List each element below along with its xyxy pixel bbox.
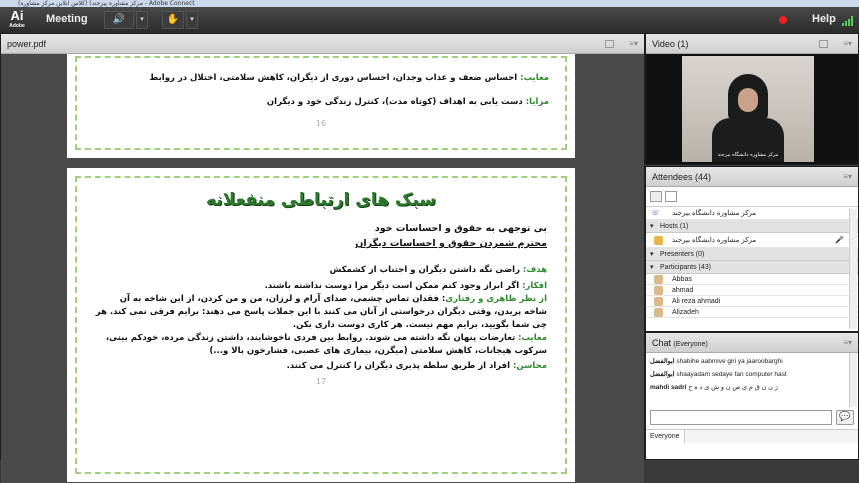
participant-name: Alizadeh [672, 309, 699, 316]
attendees-pod-title: Attendees [652, 172, 693, 182]
chat-input[interactable] [650, 410, 832, 425]
webcam-feed: مرکز مشاوره دانشگاه بیرجند [682, 56, 814, 162]
slide16-page-number: 16 [315, 119, 327, 128]
slide17-sub1: بی توجهی به حقوق و احساسات خود [374, 223, 547, 234]
recording-indicator-icon [779, 16, 787, 24]
slide17-heading: سبک های ارتباطی منفعلانه [206, 190, 436, 210]
help-menu[interactable]: Help [812, 13, 836, 25]
attendees-pod: Attendees (44) ≡▾ ☏ مرکز مشاوره دانشگاه … [645, 166, 859, 332]
microphone-icon: 🎤 [835, 237, 844, 244]
host-name: مرکز مشاوره دانشگاه بیرجند [672, 237, 757, 244]
participant-row[interactable]: Ali reza ahmadi [646, 296, 858, 307]
slide-17: سبک های ارتباطی منفعلانه بی توجهی به حقو… [67, 168, 575, 482]
meeting-menu[interactable]: Meeting [46, 13, 88, 25]
menu-bar: Ai Adobe Meeting 🔊 ▾ ✋ ▾ Help [0, 7, 859, 33]
chat-message: ابوالفضل shabihe aabmive giri ya jaaroob… [650, 358, 783, 365]
view-by-status-icon[interactable] [664, 191, 677, 202]
tab-everyone[interactable]: Everyone [646, 430, 685, 443]
speaker-options-dropdown[interactable]: ▾ [136, 11, 148, 29]
status-options-dropdown[interactable]: ▾ [186, 11, 198, 29]
participant-name: Ali reza ahmadi [672, 298, 721, 305]
speech-bubble-icon: 💬 [839, 412, 851, 422]
pod-options-icon[interactable]: ≡▾ [843, 167, 852, 187]
presenters-group[interactable]: Presenters (0) [646, 248, 858, 261]
share-pod-header: power.pdf ≡▾ [1, 34, 644, 54]
slide17-thoughts: افکار: اگر ابراز وجود کنم ممکن است دیگر … [264, 281, 547, 291]
slide16-line2: مزایا: دست یابی به اهداف (کوتاه مدت)، کن… [266, 97, 549, 107]
pod-options-icon[interactable]: ≡▾ [629, 34, 638, 54]
chat-scope: (Everyone) [673, 341, 708, 348]
participant-row[interactable]: Abbas [646, 274, 858, 285]
share-pod: power.pdf ≡▾ معایب: احساس ضعف و عذاب وجد… [0, 33, 645, 483]
slide17-pros: محاسن: افراد از طریق سلطه پذیری دیگران ر… [286, 361, 547, 371]
chat-pod-title: Chat [652, 338, 672, 348]
fullscreen-icon[interactable] [819, 40, 828, 48]
participant-row[interactable]: Alizadeh [646, 307, 858, 318]
pod-options-icon[interactable]: ≡▾ [843, 333, 852, 353]
video-pod-count: (1) [677, 39, 689, 49]
participant-avatar-icon [654, 275, 663, 284]
slide17-cons: معایب: تعارضات پنهان نگه داشته می شوند. … [105, 333, 547, 356]
slide17-goal: هدف: راضی نگه داشتن دیگران و اجتناب از ک… [329, 265, 547, 275]
view-by-role-icon[interactable] [650, 191, 662, 202]
my-name: مرکز مشاوره دانشگاه بیرجند [672, 210, 757, 217]
participants-group[interactable]: Participants (43) [646, 261, 858, 274]
my-status-row: ☏ مرکز مشاوره دانشگاه بیرجند [646, 207, 858, 220]
pod-options-icon[interactable]: ≡▾ [843, 34, 852, 54]
attendees-pod-header: Attendees (44) ≡▾ [646, 167, 858, 187]
chat-message: mahdi sadri ز ن ن ق م ی ص ن و ش ی د ه ح [650, 384, 778, 391]
attendees-scrollbar[interactable] [849, 209, 857, 329]
slide-16: معایب: احساس ضعف و عذاب وجدان، احساس دور… [67, 54, 575, 158]
participant-name: ahmad [672, 287, 694, 294]
slide17-sub2: محترم شمردن حقوق و احساسات دیگران [355, 238, 547, 249]
chat-tabs: Everyone [646, 429, 858, 443]
host-avatar-icon [654, 236, 663, 245]
connection-signal-icon [842, 16, 854, 26]
speaker-icon: 🔊 [112, 14, 126, 25]
participant-avatar-icon [654, 286, 663, 295]
webcam-caption: مرکز مشاوره دانشگاه بیرجند [717, 152, 779, 158]
participant-name: Abbas [672, 276, 692, 283]
window-title: (كلاس آنلاين مركز مشاوره) (مركز مشاوره پ… [0, 0, 859, 7]
speaker-button[interactable]: 🔊 [104, 11, 134, 29]
fullscreen-icon[interactable] [605, 40, 614, 48]
participant-row[interactable]: ahmad [646, 285, 858, 296]
phone-status-icon: ☏ [651, 210, 660, 217]
chat-pod: Chat (Everyone) ≡▾ ابوالفضل shabihe aabm… [645, 332, 859, 460]
participant-avatar-icon [654, 297, 663, 306]
raise-hand-icon: ✋ [166, 14, 180, 25]
video-pod-title: Video [652, 39, 675, 49]
chat-message: ابوالفضل shaayadam sedaye fan computer h… [650, 371, 787, 378]
chat-scrollbar[interactable] [849, 353, 857, 407]
attendees-toolbar [646, 187, 858, 207]
host-row[interactable]: مرکز مشاوره دانشگاه بیرجند 🎤 [646, 233, 858, 248]
document-viewer[interactable]: معایب: احساس ضعف و عذاب وجدان، احساس دور… [1, 54, 644, 483]
hosts-group[interactable]: Hosts (1) [646, 220, 858, 233]
video-pod-header: Video (1) ≡▾ [646, 34, 858, 54]
presenter-face [738, 88, 758, 112]
slide17-appearance: از نظر ظاهری و رفتاری: فقدان تماس چشمی، … [95, 294, 547, 330]
attendees-count: (44) [695, 172, 712, 182]
slide16-line1: معایب: احساس ضعف و عذاب وجدان، احساس دور… [149, 73, 549, 83]
chat-messages: ابوالفضل shabihe aabmive giri ya jaaroob… [646, 353, 858, 407]
send-message-button[interactable]: 💬 [836, 410, 854, 425]
video-pod: Video (1) ≡▾ مرکز مشاوره دانشگاه بیرجند [645, 33, 859, 165]
share-pod-title: power.pdf [7, 39, 47, 49]
slide17-page-number: 17 [315, 377, 327, 386]
raise-hand-button[interactable]: ✋ [162, 11, 184, 29]
participant-avatar-icon [654, 308, 663, 317]
adobe-logo-icon: Ai Adobe [9, 8, 25, 30]
chat-pod-header: Chat (Everyone) ≡▾ [646, 333, 858, 353]
